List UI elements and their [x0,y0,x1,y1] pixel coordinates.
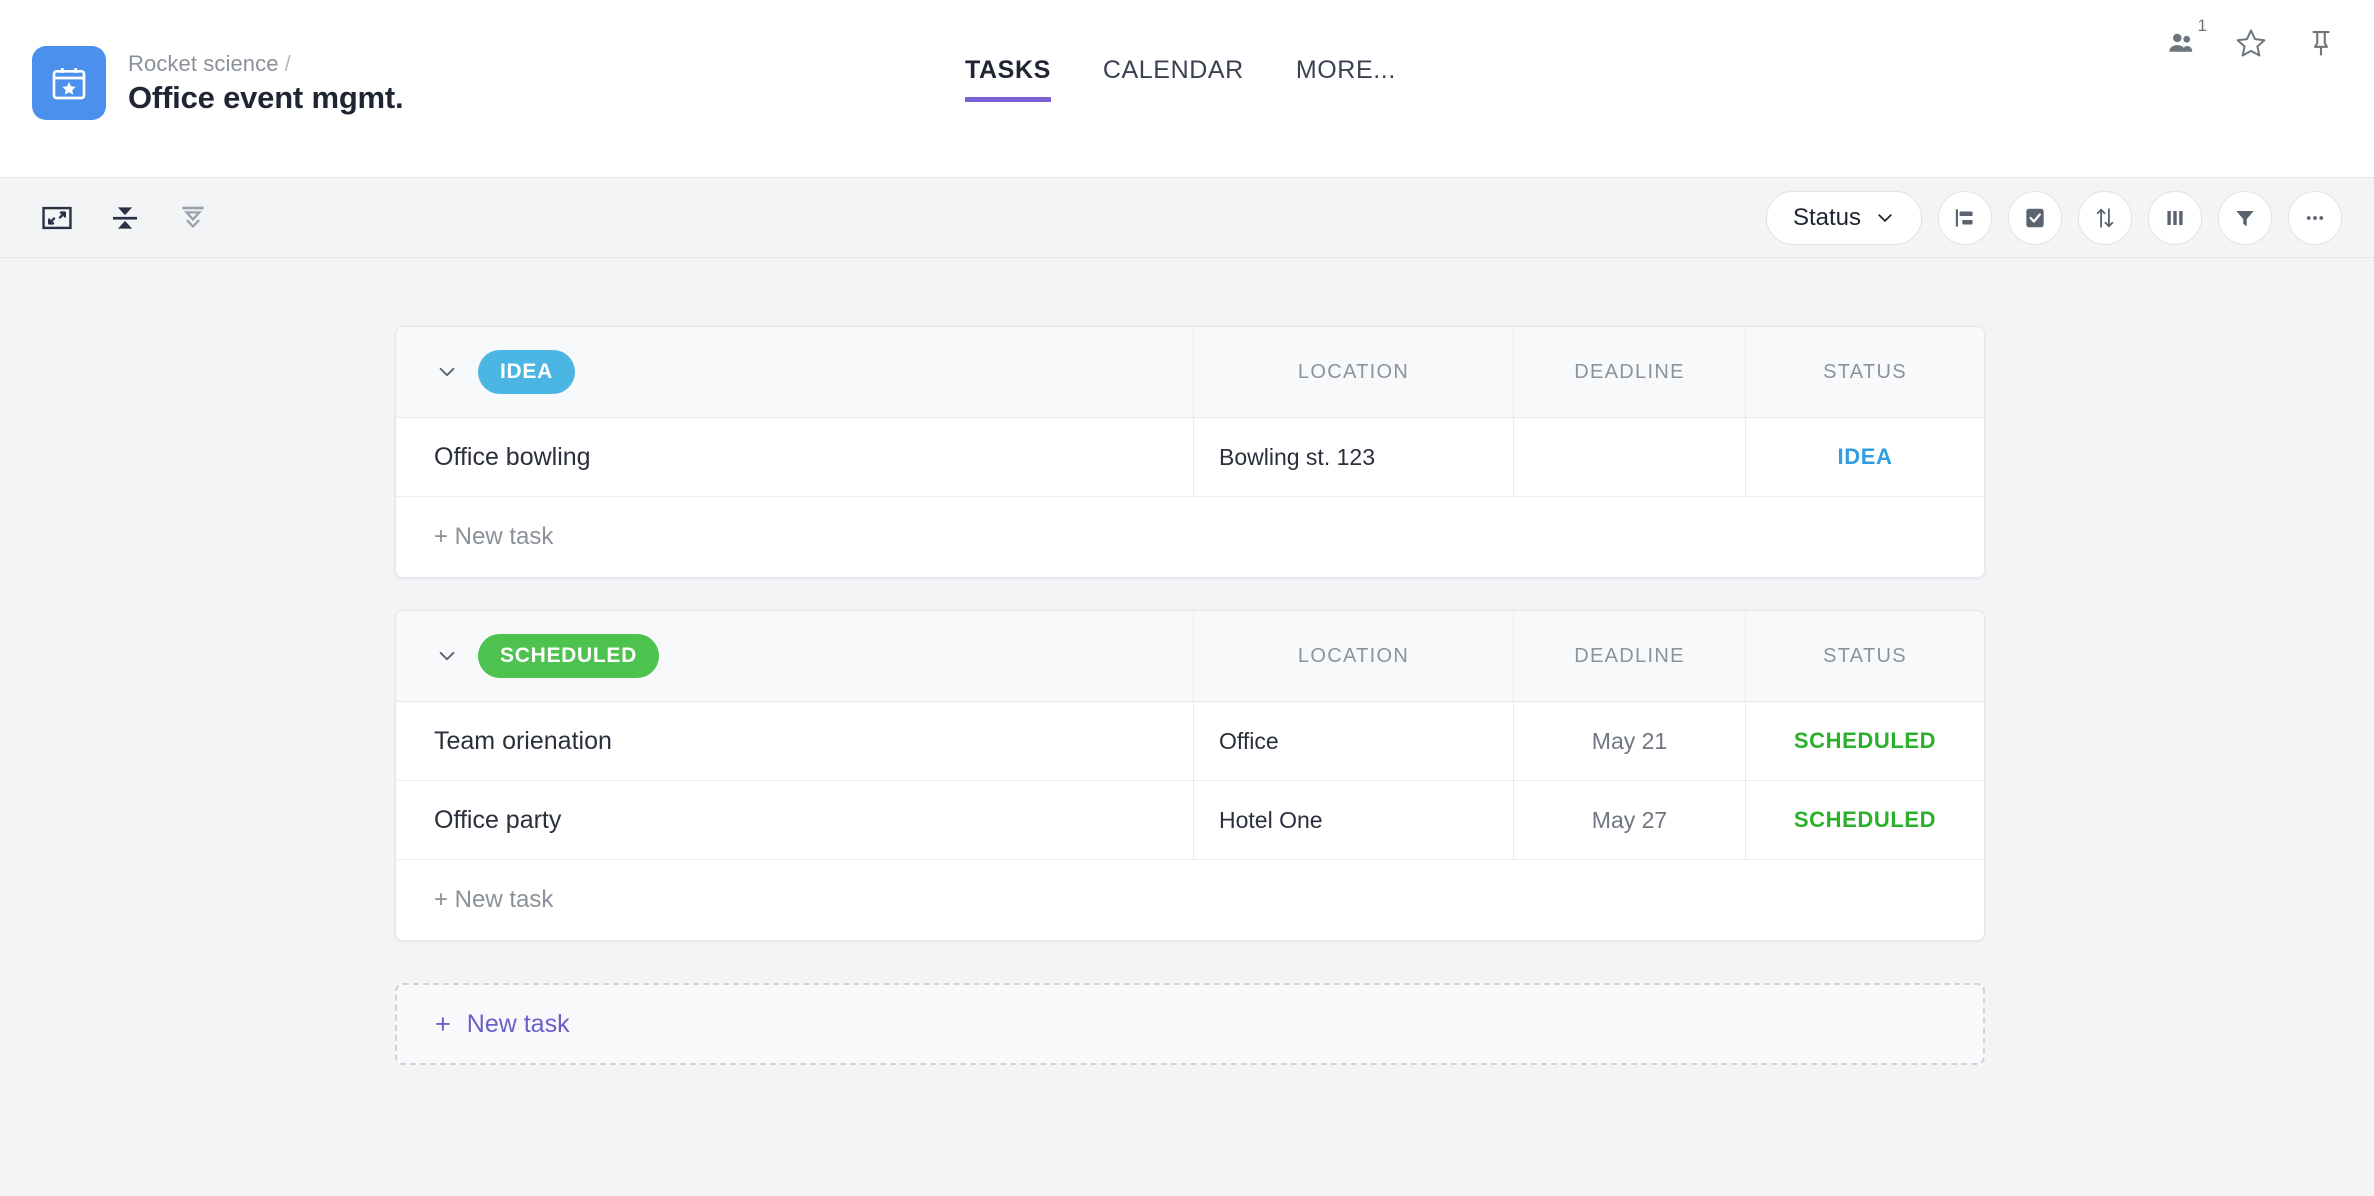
more-options-icon [2306,215,2324,220]
sort-icon [2096,207,2114,228]
column-header-deadline[interactable]: DEADLINE [1513,611,1745,701]
pin-icon [2312,30,2330,56]
table-row[interactable]: Office party Hotel One May 27 SCHEDULED [396,781,1984,860]
column-header-deadline[interactable]: DEADLINE [1513,327,1745,417]
task-list-content: IDEA LOCATION DEADLINE STATUS Office bow… [0,258,2374,1065]
task-location[interactable]: Hotel One [1193,781,1513,859]
task-deadline[interactable]: May 21 [1513,702,1745,780]
task-deadline[interactable] [1513,418,1745,496]
columns-icon [2167,210,2183,225]
new-task-inline-scheduled[interactable]: + New task [396,860,1984,940]
page-title: Office event mgmt. [128,79,404,115]
new-task-button[interactable]: + New task [395,983,1985,1065]
fit-screen-button[interactable] [36,197,78,239]
star-outline-icon [2236,29,2266,57]
fit-screen-icon [42,206,72,229]
pin-button[interactable] [2304,26,2338,60]
task-location[interactable]: Bowling st. 123 [1193,418,1513,496]
calendar-star-icon [52,68,86,100]
new-task-label: New task [466,1009,570,1038]
tab-tasks[interactable]: TASKS [965,56,1051,102]
favorite-button[interactable] [2234,26,2268,60]
group-by-label: Status [1792,203,1861,231]
table-row[interactable]: Office bowling Bowling st. 123 IDEA [396,418,1984,497]
expand-all-icon [182,206,204,228]
breadcrumb-separator: / [284,50,291,76]
chevron-down-icon [439,367,455,377]
group-status-badge[interactable]: IDEA [478,350,575,394]
columns-button[interactable] [2148,190,2202,245]
task-status[interactable]: SCHEDULED [1745,781,1984,859]
task-status[interactable]: SCHEDULED [1745,702,1984,780]
task-group-idea: IDEA LOCATION DEADLINE STATUS Office bow… [395,326,1985,578]
task-deadline[interactable]: May 27 [1513,781,1745,859]
breadcrumb: Rocket science / [128,51,403,77]
project-logo[interactable] [32,46,106,120]
filter-button[interactable] [2218,190,2272,245]
members-count-badge: 1 [2197,16,2207,35]
more-options-button[interactable] [2288,190,2342,245]
members-button[interactable]: 1 [2164,17,2207,60]
group-status-badge[interactable]: SCHEDULED [478,634,659,678]
chevron-down-icon [1878,213,1892,222]
table-row[interactable]: Team orienation Office May 21 SCHEDULED [396,702,1984,781]
group-header-row: SCHEDULED LOCATION DEADLINE STATUS [396,611,1984,702]
column-header-status[interactable]: STATUS [1745,327,1984,417]
subtasks-icon [1955,208,1973,227]
members-icon [2169,33,2193,52]
toolbar-right-group: Status [1765,190,2342,245]
group-collapse-toggle[interactable] [434,359,460,385]
app-header: Rocket science / Office event mgmt. TASKS… [0,0,2374,178]
tab-calendar[interactable]: CALENDAR [1103,56,1244,102]
group-header-row: IDEA LOCATION DEADLINE STATUS [396,327,1984,418]
main-nav-tabs: TASKS CALENDAR MORE... [965,56,1396,102]
group-by-status-button[interactable]: Status [1765,190,1922,245]
plus-icon: + [435,1008,451,1039]
task-name[interactable]: Office party [396,781,1193,859]
group-title-cell: IDEA [396,327,1193,417]
task-name[interactable]: Team orienation [396,702,1193,780]
collapse-all-button[interactable] [104,197,146,239]
column-header-status[interactable]: STATUS [1745,611,1984,701]
column-header-location[interactable]: LOCATION [1193,327,1513,417]
breadcrumb-parent[interactable]: Rocket science [128,51,279,76]
subtasks-view-button[interactable] [1938,190,1992,245]
filter-icon [2236,210,2254,226]
view-toolbar: Status [0,178,2374,258]
task-name[interactable]: Office bowling [396,418,1193,496]
sort-button[interactable] [2078,190,2132,245]
task-location[interactable]: Office [1193,702,1513,780]
tab-more[interactable]: MORE... [1296,56,1396,102]
show-completed-button[interactable] [2008,190,2062,245]
brand-block: Rocket science / Office event mgmt. [0,0,404,120]
group-title-cell: SCHEDULED [396,611,1193,701]
task-group-scheduled: SCHEDULED LOCATION DEADLINE STATUS Team … [395,610,1985,941]
expand-all-button[interactable] [172,197,214,239]
toolbar-left-group [0,197,214,239]
new-task-inline-idea[interactable]: + New task [396,497,1984,577]
collapse-all-icon [112,206,138,229]
group-collapse-toggle[interactable] [434,643,460,669]
checkbox-checked-icon [2026,208,2044,227]
task-status[interactable]: IDEA [1745,418,1984,496]
chevron-down-icon [439,651,455,661]
brand-text: Rocket science / Office event mgmt. [128,51,404,116]
column-header-location[interactable]: LOCATION [1193,611,1513,701]
header-actions: 1 [2164,17,2338,60]
